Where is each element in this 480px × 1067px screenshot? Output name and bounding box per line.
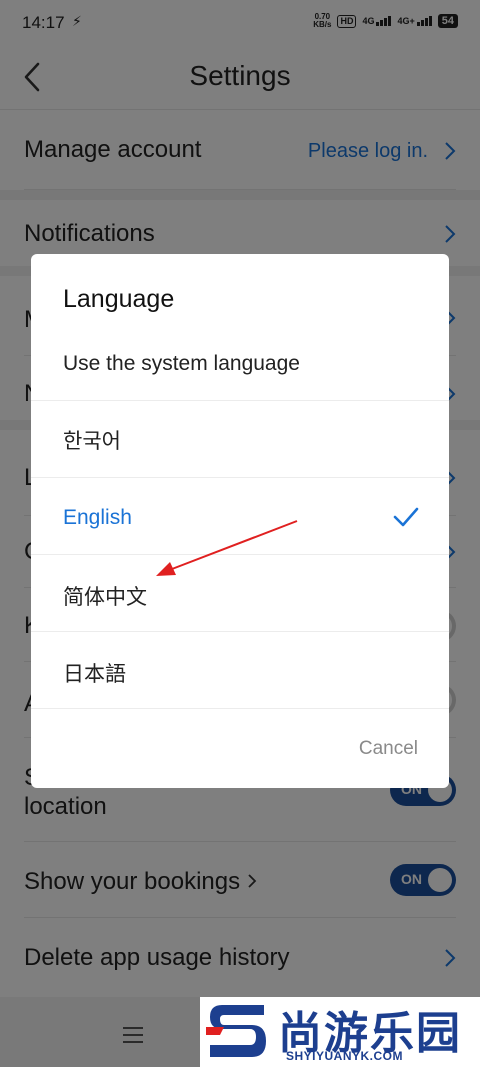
language-option-label: 简体中文 (63, 586, 147, 609)
language-option-korean[interactable]: 한국어 (31, 401, 449, 478)
language-option-english[interactable]: English (31, 478, 449, 555)
watermark-s-logo-icon (206, 1005, 266, 1057)
language-option-system[interactable]: Use the system language (31, 324, 449, 401)
language-option-japanese[interactable]: 日本語 (31, 632, 449, 709)
language-dialog: Language Use the system language 한국어 Eng… (31, 254, 449, 788)
watermark-url: SHYIYUANYK.COM (286, 1049, 404, 1063)
watermark-logo: 尚游乐园 SHYIYUANYK.COM (200, 997, 480, 1067)
checkmark-icon (393, 507, 419, 527)
dialog-title: Language (63, 285, 175, 313)
language-option-chinese[interactable]: 简体中文 (31, 555, 449, 632)
language-option-label: 한국어 (63, 430, 121, 453)
language-option-label: 日本語 (63, 663, 126, 686)
language-option-label: English (63, 506, 132, 529)
cancel-button[interactable]: Cancel (359, 738, 418, 760)
language-option-label: Use the system language (63, 352, 300, 375)
